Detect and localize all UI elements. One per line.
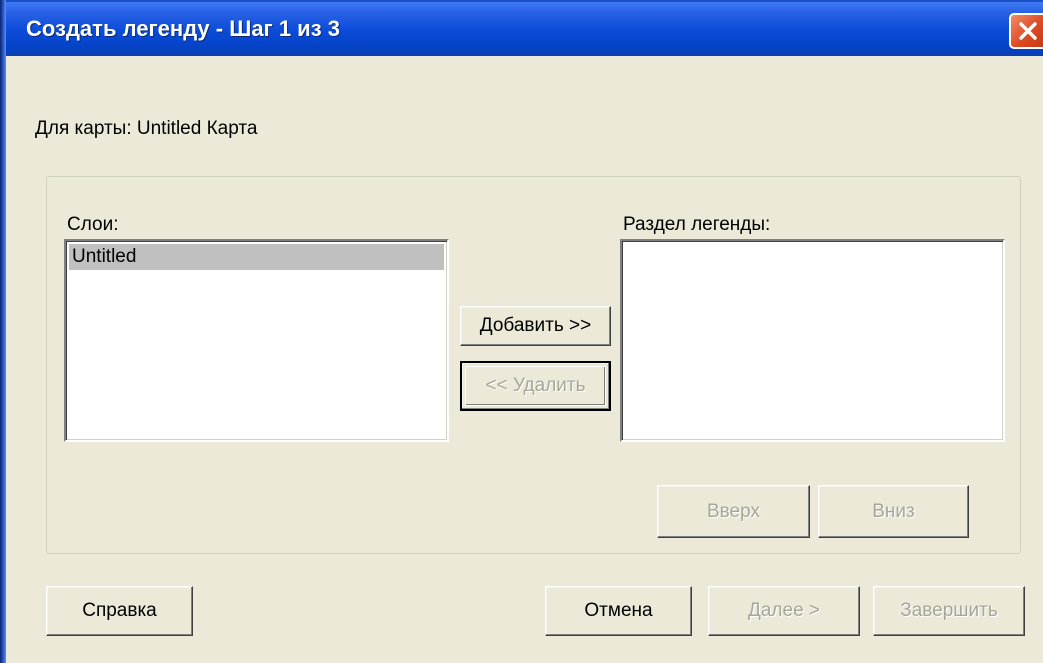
- remove-button[interactable]: << Удалить: [460, 361, 611, 411]
- finish-button-label: Завершить: [900, 600, 998, 621]
- map-name-label: Для карты: Untitled Карта: [35, 118, 258, 139]
- finish-button[interactable]: Завершить: [873, 586, 1025, 636]
- help-button-label: Справка: [82, 600, 157, 621]
- add-button-label: Добавить >>: [479, 315, 592, 336]
- move-down-label: Вниз: [872, 500, 915, 522]
- next-button-label: Далее >: [747, 600, 821, 621]
- next-button[interactable]: Далее >: [708, 586, 860, 636]
- close-button[interactable]: [1009, 13, 1043, 49]
- cancel-button-label: Отмена: [584, 600, 653, 621]
- legend-section-list[interactable]: [620, 239, 1005, 442]
- cancel-button[interactable]: Отмена: [545, 586, 692, 636]
- legend-section-label: Раздел легенды:: [623, 214, 771, 235]
- move-up-label: Вверх: [707, 500, 760, 522]
- layers-label: Слои:: [67, 214, 119, 235]
- list-item[interactable]: Untitled: [69, 244, 444, 270]
- title-bar[interactable]: Создать легенду - Шаг 1 из 3: [6, 0, 1043, 56]
- remove-button-label: << Удалить: [485, 375, 586, 396]
- window-title: Создать легенду - Шаг 1 из 3: [26, 16, 340, 41]
- move-down-button[interactable]: Вниз: [818, 485, 969, 538]
- window-frame: [0, 0, 6, 663]
- layers-list[interactable]: Untitled: [64, 239, 449, 442]
- dialog-window: Создать легенду - Шаг 1 из 3 Для карты: …: [0, 0, 1043, 663]
- help-button[interactable]: Справка: [46, 586, 193, 636]
- move-up-button[interactable]: Вверх: [657, 485, 810, 538]
- close-icon: [1019, 22, 1037, 40]
- add-button[interactable]: Добавить >>: [460, 306, 611, 346]
